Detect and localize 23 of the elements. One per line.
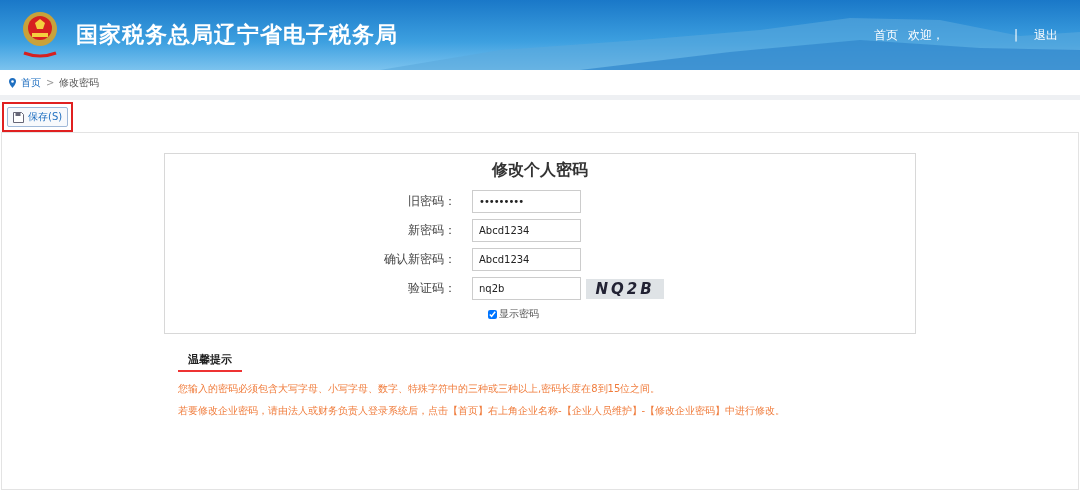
tips-heading: 温馨提示 [178,352,242,372]
breadcrumb-link[interactable]: 首页 [21,75,41,90]
form-title: 修改个人密码 [490,160,589,181]
field-label: 确认新密码： [383,251,457,268]
breadcrumb-current: 修改密码 [59,75,100,90]
field-label: 新密码： [407,222,457,239]
old-password-field[interactable]: ••••••••• [472,190,581,213]
site-title: 国家税务总局辽宁省电子税务局 [76,21,398,49]
checkbox-label: 显示密码 [499,307,539,321]
field-label: 验证码： [407,280,457,297]
captcha-image: NQ2B [586,278,664,299]
field-label: 旧密码： [407,193,457,210]
tip-text: 您输入的密码必须包含大写字母、小写字母、数字、特殊字符中的三种或三种以上,密码长度在8到15位之间。 [178,382,662,396]
save-button[interactable]: 保存(S) [7,107,69,127]
password-field[interactable]: Abcd1234 [472,219,581,242]
captcha-field[interactable]: nq2b [472,277,581,300]
tip-text: 若要修改企业密码，请由法人或财务负责人登录系统后，点击【首页】右上角企业名称-【企业人员维护】-【修改企业密码】中进行修改。 [178,404,787,418]
breadcrumb-separator: > [46,77,55,88]
password-field[interactable]: Abcd1234 [472,248,581,271]
show-password-checkbox[interactable] [488,309,497,319]
location-pin-icon [9,77,16,88]
welcome-text: 欢迎， [907,26,944,44]
separator-text: | [1013,28,1018,42]
